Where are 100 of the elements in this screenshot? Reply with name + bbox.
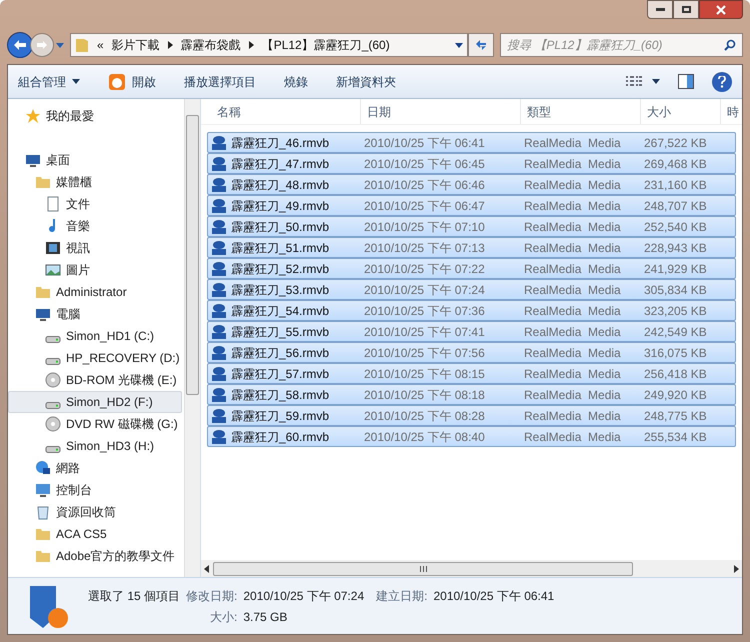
sidebar-item[interactable]: 電腦 [8, 303, 182, 325]
back-button[interactable] [7, 32, 33, 58]
file-row[interactable]: 霹靂狂刀_60.rmvb 2010/10/25 下午 08:40 RealMedia Media 255,534 KB [207, 426, 736, 447]
file-icon [211, 198, 227, 214]
file-row[interactable]: 霹靂狂刀_46.rmvb 2010/10/25 下午 06:41 RealMedia Media 267,522 KB [207, 132, 736, 153]
file-icon [211, 344, 227, 360]
size-cell-text: 242,549 KB [643, 324, 708, 340]
date-cell-text: 2010/10/25 下午 06:46 [363, 176, 486, 194]
toolbar-button[interactable]: 燒錄 [284, 72, 308, 90]
search-field[interactable]: 搜尋 【PL12】霹靂狂刀_(60) [500, 33, 743, 57]
help-button[interactable] [712, 72, 732, 92]
caret-icon [72, 79, 80, 84]
sidebar-item[interactable]: 視訊 [8, 237, 182, 259]
left-arrow-icon [204, 564, 209, 572]
file-row[interactable]: 霹靂狂刀_51.rmvb 2010/10/25 下午 07:13 RealMedia Media 228,943 KB [207, 237, 736, 258]
breadcrumb[interactable]: 【PL12】霹靂狂刀_(60) [262, 36, 390, 54]
disc-icon [45, 416, 61, 432]
chevron-right-icon [248, 41, 254, 49]
file-icon [211, 282, 227, 298]
file-row[interactable]: 霹靂狂刀_50.rmvb 2010/10/25 下午 07:10 RealMedia Media 252,540 KB [207, 216, 736, 237]
pane-icon [678, 74, 694, 89]
file-row[interactable]: 霹靂狂刀_59.rmvb 2010/10/25 下午 08:28 RealMedia Media 248,775 KB [207, 405, 736, 426]
sidebar-item[interactable]: 控制台 [8, 479, 182, 501]
sidebar-item[interactable]: 網路 [8, 457, 182, 479]
dropdown-caret-icon [455, 42, 463, 48]
minimize-button[interactable] [647, 0, 673, 19]
file-row[interactable]: 霹靂狂刀_56.rmvb 2010/10/25 下午 07:56 RealMedia Media 316,075 KB [207, 342, 736, 363]
detail-label: 修改日期: [186, 588, 238, 605]
horizontal-scrollbar[interactable] [201, 560, 742, 577]
type-cell-text: RealMedia Media [523, 302, 622, 320]
detail-value: 2010/10/25 下午 06:41 [433, 588, 554, 605]
chevron-right-icon [168, 41, 173, 49]
sidebar-item[interactable]: 媒體櫃 [8, 171, 182, 193]
toolbar-button[interactable]: 新增資料夾 [336, 72, 396, 90]
sidebar-item[interactable]: Administrator [8, 281, 182, 303]
detail-label: 大小: [209, 609, 238, 626]
scroll-thumb[interactable] [186, 115, 199, 395]
address-bar[interactable]: « 影片下載 霹靂布袋戲 【PL12】霹靂狂刀_(60) [70, 33, 468, 57]
size-cell-text: 248,775 KB [643, 408, 708, 424]
sidebar-item[interactable]: DVD RW 磁碟機 (G:) [8, 413, 182, 435]
column-header[interactable]: 類型 [521, 99, 641, 124]
toolbar-button[interactable]: 組合管理 [18, 72, 80, 90]
type-cell-text: RealMedia Media [523, 156, 622, 172]
breadcrumb[interactable]: « [97, 36, 104, 54]
sidebar-item[interactable]: HP_RECOVERY (D:) [8, 347, 182, 369]
file-row[interactable]: 霹靂狂刀_49.rmvb 2010/10/25 下午 06:47 RealMedia Media 248,707 KB [207, 195, 736, 216]
recycle-bin-icon [35, 504, 51, 520]
sidebar-item[interactable]: Simon_HD1 (C:) [8, 325, 182, 347]
scroll-thumb[interactable] [213, 562, 633, 576]
sidebar-item[interactable]: 圖片 [8, 259, 182, 281]
size-cell-text: 252,540 KB [643, 218, 708, 236]
view-options-button[interactable] [626, 76, 660, 88]
sidebar-item[interactable]: Simon_HD3 (H:) [8, 435, 182, 457]
date-cell-text: 2010/10/25 下午 07:10 [363, 218, 486, 236]
size-cell-text: 323,205 KB [643, 302, 708, 320]
column-header[interactable]: 大小 [641, 99, 721, 124]
sidebar-item[interactable]: Simon_HD2 (F:) [8, 391, 182, 413]
toolbar-button[interactable]: 播放選擇項目 [184, 72, 256, 90]
preview-pane-button[interactable] [678, 74, 694, 89]
sidebar-item[interactable]: 文件 [8, 193, 182, 215]
date-cell-text: 2010/10/25 下午 08:18 [363, 386, 486, 404]
toolbar-button[interactable]: 開啟 [108, 72, 156, 90]
file-icon [211, 240, 227, 256]
file-name: 霹靂狂刀_57.rmvb [231, 366, 330, 382]
vertical-scrollbar[interactable] [184, 99, 200, 577]
breadcrumb[interactable]: 霹靂布袋戲 [180, 36, 241, 54]
sidebar-item[interactable]: 我的最愛 [8, 105, 182, 127]
sidebar-item[interactable]: ACA CS5 [8, 523, 182, 545]
column-header[interactable]: 日期 [361, 99, 521, 124]
monitor-icon [35, 306, 51, 322]
sidebar-item[interactable]: 桌面 [8, 149, 182, 171]
refresh-button[interactable] [468, 33, 494, 57]
file-row[interactable]: 霹靂狂刀_53.rmvb 2010/10/25 下午 07:24 RealMedia Media 305,834 KB [207, 279, 736, 300]
sidebar-item[interactable]: 音樂 [8, 215, 182, 237]
sidebar-item[interactable]: 資源回收筒 [8, 501, 182, 523]
file-name: 霹靂狂刀_51.rmvb [231, 240, 330, 256]
file-name: 霹靂狂刀_47.rmvb [231, 156, 330, 172]
file-row[interactable]: 霹靂狂刀_54.rmvb 2010/10/25 下午 07:36 RealMedia Media 323,205 KB [207, 300, 736, 321]
file-name: 霹靂狂刀_55.rmvb [231, 324, 330, 340]
sidebar-item[interactable]: BD-ROM 光碟機 (E:) [8, 369, 182, 391]
forward-button[interactable] [30, 33, 54, 57]
file-row[interactable]: 霹靂狂刀_58.rmvb 2010/10/25 下午 08:18 RealMedia Media 249,920 KB [207, 384, 736, 405]
file-row[interactable]: 霹靂狂刀_48.rmvb 2010/10/25 下午 06:46 RealMedia Media 231,160 KB [207, 174, 736, 195]
date-cell-text: 2010/10/25 下午 08:15 [363, 366, 486, 382]
date-cell-text: 2010/10/25 下午 07:36 [363, 302, 486, 320]
column-header[interactable]: 名稱 [211, 99, 361, 124]
close-button[interactable] [699, 0, 743, 19]
file-row[interactable]: 霹靂狂刀_52.rmvb 2010/10/25 下午 07:22 RealMedia Media 241,929 KB [207, 258, 736, 279]
column-header[interactable]: 時 [721, 99, 742, 124]
size-cell-text: 267,522 KB [643, 134, 708, 152]
maximize-button[interactable] [673, 0, 699, 19]
drive-icon [45, 336, 61, 342]
file-name: 霹靂狂刀_52.rmvb [231, 260, 330, 278]
sidebar-item[interactable]: Adobe官方的教學文件 [8, 545, 182, 567]
file-row[interactable]: 霹靂狂刀_57.rmvb 2010/10/25 下午 08:15 RealMedia Media 256,418 KB [207, 363, 736, 384]
file-row[interactable]: 霹靂狂刀_55.rmvb 2010/10/25 下午 07:41 RealMedia Media 242,549 KB [207, 321, 736, 342]
breadcrumb[interactable]: 影片下載 [112, 36, 160, 54]
detail-label: 建立日期: [376, 588, 428, 605]
file-icon [211, 176, 227, 192]
file-row[interactable]: 霹靂狂刀_47.rmvb 2010/10/25 下午 06:45 RealMedia Media 269,468 KB [207, 153, 736, 174]
